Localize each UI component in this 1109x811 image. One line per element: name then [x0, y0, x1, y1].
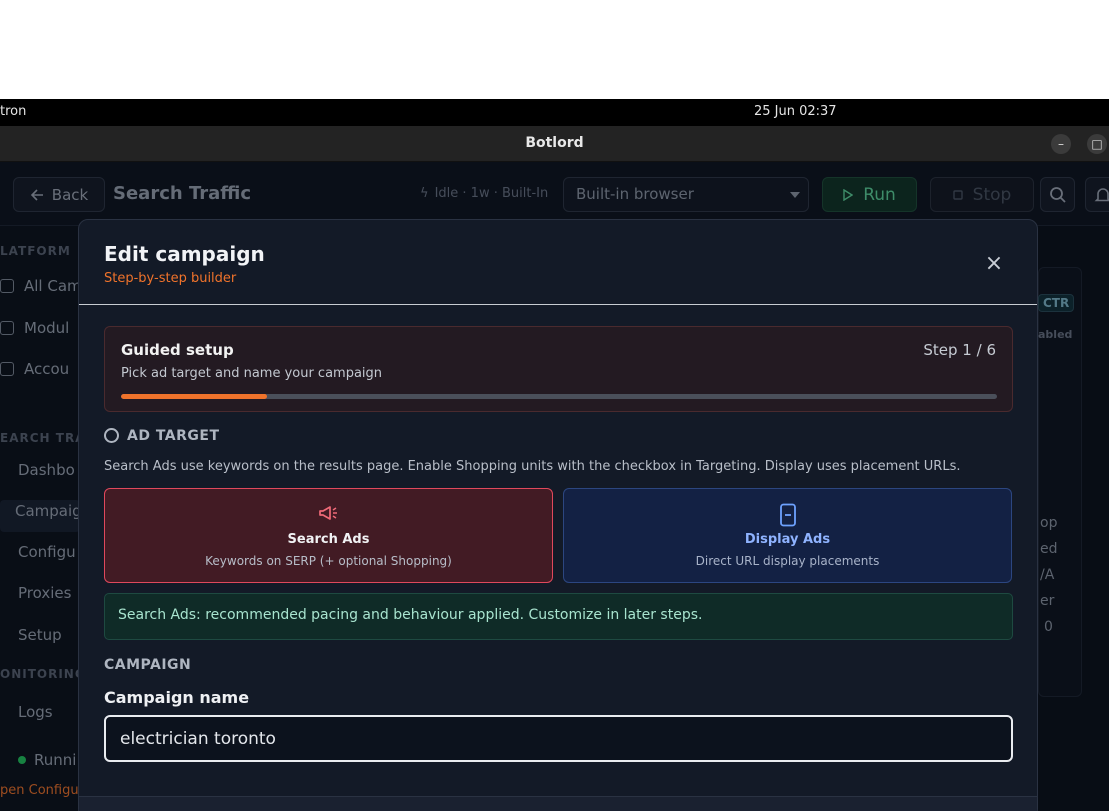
display-ads-title: Display Ads — [744, 532, 831, 547]
window-titlebar: Botlord – □ — [0, 126, 1109, 162]
campaign-name-label: Campaign name — [104, 688, 250, 707]
megaphone-icon — [105, 503, 552, 527]
desktop-area — [0, 0, 1109, 99]
search-ads-description: Keywords on SERP (+ optional Shopping) — [205, 554, 452, 568]
ad-target-heading-label: AD TARGET — [127, 428, 220, 444]
modal-subtitle: Step-by-step builder — [104, 271, 237, 286]
search-ads-option[interactable]: Search Ads Keywords on SERP (+ optional … — [104, 488, 553, 583]
close-icon[interactable]: × — [982, 253, 1006, 277]
target-icon — [104, 428, 119, 443]
display-ads-option[interactable]: Display Ads Direct URL display placement… — [563, 488, 1012, 583]
modal-title: Edit campaign — [104, 242, 265, 266]
campaign-heading: CAMPAIGN — [104, 657, 192, 673]
edit-campaign-modal: Edit campaign Step-by-step builder × Gui… — [78, 219, 1038, 811]
system-clock[interactable]: 25 Jun 02:37 — [754, 104, 837, 119]
guided-setup-panel: Guided setup Step 1 / 6 Pick ad target a… — [104, 326, 1013, 412]
pacing-note: Search Ads: recommended pacing and behav… — [104, 593, 1013, 640]
window-title: Botlord — [525, 135, 584, 151]
display-icon — [564, 503, 1011, 527]
guided-setup-title: Guided setup — [121, 341, 234, 359]
ad-target-heading: AD TARGET — [104, 428, 220, 444]
modal-divider — [79, 304, 1037, 305]
campaign-name-input[interactable] — [104, 715, 1013, 762]
progress-fill — [121, 394, 268, 399]
step-indicator: Step 1 / 6 — [923, 341, 996, 359]
search-ads-title: Search Ads — [287, 532, 370, 547]
system-app-name[interactable]: tron — [0, 104, 26, 119]
system-bar: tron 25 Jun 02:37 — [0, 99, 1109, 126]
guided-setup-description: Pick ad target and name your campaign — [121, 366, 383, 381]
minimize-button[interactable]: – — [1051, 134, 1071, 154]
maximize-button[interactable]: □ — [1087, 134, 1107, 154]
display-ads-description: Direct URL display placements — [695, 554, 880, 568]
progress-bar — [121, 394, 997, 399]
modal-footer — [79, 796, 1037, 811]
ad-target-description: Search Ads use keywords on the results p… — [104, 459, 961, 474]
